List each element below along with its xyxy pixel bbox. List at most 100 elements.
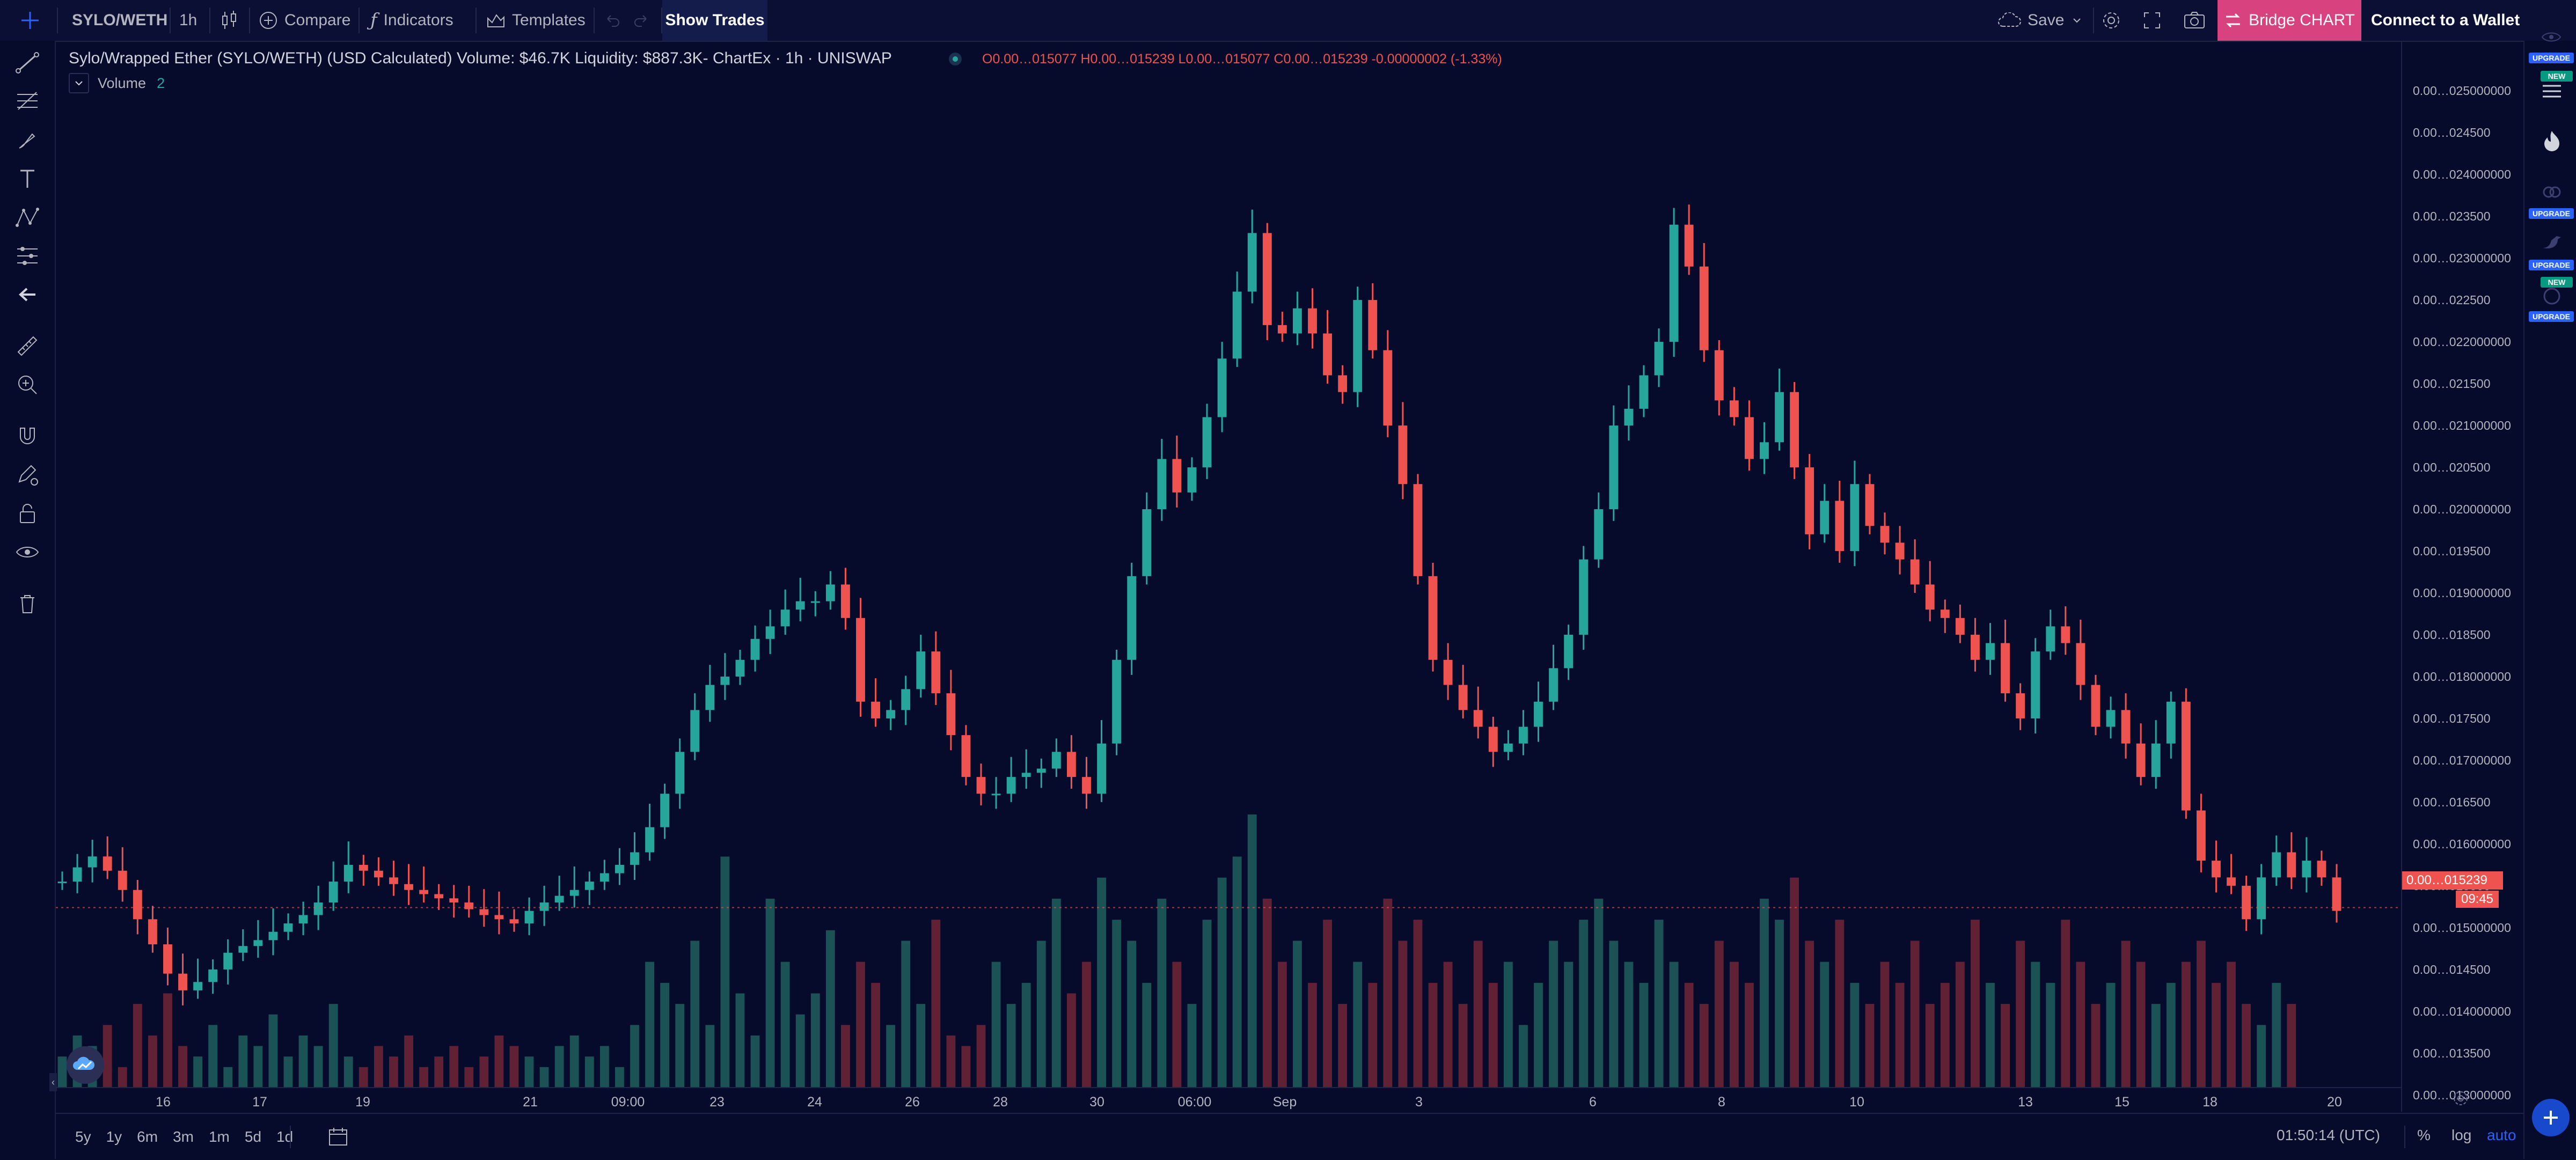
- alerts-link-icon[interactable]: [2541, 181, 2563, 205]
- range-button-1y[interactable]: 1y: [106, 1128, 122, 1146]
- indicators-button[interactable]: ƒ Indicators: [370, 0, 453, 41]
- symbol-search-button[interactable]: SYLO/WETH: [72, 0, 167, 41]
- volume-bar: [1503, 961, 1513, 1088]
- candle-body: [599, 873, 609, 882]
- candle-body: [1669, 224, 1679, 342]
- candle-body: [901, 689, 911, 710]
- time-tick-label: 26: [905, 1095, 920, 1110]
- volume-bar: [1955, 961, 1965, 1088]
- hotlist-fire-icon[interactable]: [2541, 129, 2563, 155]
- range-button-3m[interactable]: 3m: [173, 1128, 194, 1146]
- undo-icon[interactable]: [603, 0, 621, 41]
- eye-icon[interactable]: [14, 539, 41, 566]
- save-button[interactable]: Save: [1997, 0, 2064, 41]
- volume-bar: [1760, 898, 1769, 1088]
- candle-body: [2212, 861, 2221, 878]
- range-button-6m[interactable]: 6m: [137, 1128, 158, 1146]
- stay-drawing-icon[interactable]: [14, 461, 41, 488]
- candle-body: [569, 890, 579, 896]
- volume-bar: [404, 1035, 413, 1088]
- text-tool-icon[interactable]: [14, 165, 41, 192]
- candle-body: [946, 693, 956, 736]
- goto-date-icon[interactable]: [327, 1127, 349, 1150]
- utc-clock[interactable]: 01:50:14 (UTC): [2277, 1127, 2380, 1144]
- volume-bar: [886, 1025, 896, 1088]
- crosshair-tool-icon[interactable]: [19, 0, 41, 41]
- volume-bar: [2016, 941, 2025, 1088]
- price-axis[interactable]: 0.00…025000000 0.00…024500 0.00…024000000 0…: [2401, 42, 2523, 1112]
- log-scale-toggle[interactable]: log: [2451, 1127, 2471, 1144]
- connect-wallet-button[interactable]: Connect to a Wallet: [2371, 0, 2520, 41]
- range-button-1m[interactable]: 1m: [209, 1128, 230, 1146]
- save-dropdown-chevron-icon[interactable]: [2072, 0, 2082, 41]
- redo-icon[interactable]: [632, 0, 650, 41]
- volume-bar: [298, 1035, 308, 1088]
- range-button-5y[interactable]: 5y: [75, 1128, 91, 1146]
- volume-bar: [2151, 1004, 2161, 1088]
- upgrade-badge[interactable]: UPGRADE: [2529, 260, 2574, 270]
- calendar-icon[interactable]: [2541, 285, 2563, 310]
- chart-type-icon[interactable]: [220, 0, 238, 41]
- volume-bar: [1850, 982, 1860, 1088]
- back-arrow-icon[interactable]: [14, 281, 41, 308]
- add-widget-plus-icon[interactable]: [2532, 1099, 2570, 1136]
- candle-body: [1142, 509, 1152, 576]
- eye-watch-icon[interactable]: [2541, 29, 2562, 48]
- volume-bar: [599, 1046, 609, 1088]
- volume-bar: [705, 1025, 715, 1088]
- axis-settings-gear-icon[interactable]: [2451, 1089, 2470, 1110]
- zoom-in-icon[interactable]: [14, 371, 41, 398]
- pattern-tool-icon[interactable]: [14, 204, 41, 231]
- volume-bar: [223, 1067, 233, 1088]
- volume-bar: [1940, 982, 1950, 1088]
- percent-scale-toggle[interactable]: %: [2417, 1127, 2431, 1144]
- chart-pane[interactable]: [56, 42, 2401, 1112]
- price-tick-label: 0.00…024500: [2413, 126, 2491, 140]
- candle-body: [1172, 459, 1182, 493]
- collapse-legend-chevron-icon[interactable]: [69, 73, 89, 93]
- upgrade-badge[interactable]: UPGRADE: [2529, 208, 2574, 219]
- fib-retracement-icon[interactable]: [14, 88, 41, 115]
- candle-body: [1127, 576, 1137, 660]
- candle-body: [856, 618, 865, 702]
- prediction-tool-icon[interactable]: [14, 243, 41, 269]
- camera-icon[interactable]: [2183, 0, 2206, 41]
- settings-gear-icon[interactable]: [2101, 0, 2122, 41]
- trend-line-icon[interactable]: [14, 49, 41, 76]
- time-tick-label: 20: [2327, 1095, 2342, 1110]
- upgrade-badge[interactable]: UPGRADE: [2529, 53, 2574, 63]
- show-trades-button[interactable]: Show Trades: [662, 0, 767, 41]
- volume-bar: [1729, 961, 1739, 1088]
- fullscreen-icon[interactable]: [2142, 0, 2162, 41]
- candle-body: [374, 870, 383, 878]
- candle-body: [449, 898, 459, 903]
- volume-bar: [1006, 1004, 1016, 1088]
- magnet-icon[interactable]: [14, 423, 41, 450]
- upgrade-badge[interactable]: UPGRADE: [2529, 311, 2574, 322]
- candle-body: [645, 827, 655, 853]
- volume-bar: [1428, 982, 1438, 1088]
- candle-body: [1323, 333, 1332, 376]
- volume-bar: [1609, 941, 1619, 1088]
- ruler-icon[interactable]: [14, 333, 41, 359]
- candle-body: [103, 856, 112, 871]
- watchlist-icon[interactable]: [2541, 80, 2563, 105]
- brush-icon[interactable]: [14, 127, 41, 153]
- range-button-5d[interactable]: 5d: [245, 1128, 261, 1146]
- candle-body: [976, 777, 986, 794]
- bridge-chart-button[interactable]: Bridge CHART: [2218, 0, 2361, 41]
- candle-body: [57, 882, 67, 884]
- templates-button[interactable]: Templates: [486, 0, 586, 41]
- compare-button[interactable]: Compare: [259, 0, 350, 41]
- auto-scale-toggle[interactable]: auto: [2487, 1127, 2516, 1144]
- time-axis[interactable]: 16 17 19 21 09:00 23 24 26 28 30 06:00 Sep 3 6 8 10 13 15…: [56, 1087, 2401, 1113]
- time-tick-label: 23: [709, 1095, 724, 1110]
- ideas-bird-icon[interactable]: [2541, 232, 2563, 256]
- candle-body: [298, 915, 308, 924]
- candle-body: [720, 676, 730, 685]
- interval-button[interactable]: 1h: [179, 0, 197, 41]
- lock-icon[interactable]: [14, 500, 41, 527]
- candle-body: [1940, 610, 1950, 618]
- trash-icon[interactable]: [14, 590, 41, 617]
- candle-body: [2242, 885, 2251, 920]
